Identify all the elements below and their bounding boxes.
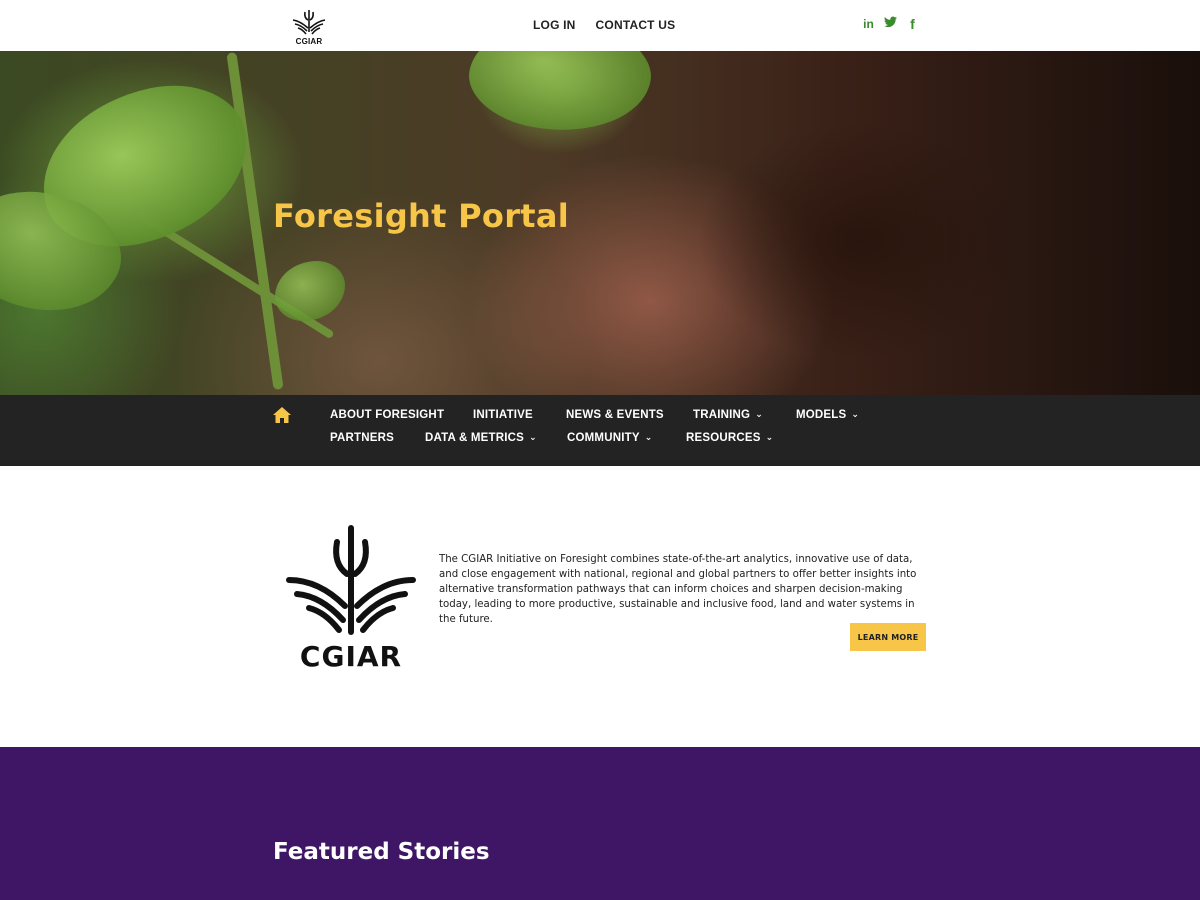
nav-about-foresight[interactable]: ABOUT FORESIGHT <box>330 409 444 421</box>
cgiar-logo-text: CGIAR <box>295 37 323 46</box>
twitter-icon[interactable] <box>884 16 897 32</box>
featured-section: Featured Stories <box>0 747 1200 900</box>
nav-news-events[interactable]: NEWS & EVENTS <box>566 409 664 421</box>
nav-community[interactable]: COMMUNITY ⌄ <box>567 432 652 444</box>
chevron-down-icon: ⌄ <box>851 409 860 419</box>
about-section: CGIAR The CGIAR Initiative on Foresight … <box>0 466 1200 747</box>
nav-initiative[interactable]: INITIATIVE <box>473 409 533 421</box>
hero-title: Foresight Portal <box>273 197 570 235</box>
plant-leaf <box>275 261 345 321</box>
nav-training[interactable]: TRAINING ⌄ <box>693 409 763 421</box>
top-links: LOG IN CONTACT US <box>533 18 675 32</box>
social-links: in f <box>862 16 919 32</box>
chevron-down-icon: ⌄ <box>529 432 537 442</box>
top-bar: CGIAR LOG IN CONTACT US in f <box>0 0 1200 51</box>
cgiar-large-logo-text: CGIAR <box>299 640 403 673</box>
learn-more-button[interactable]: LEARN MORE <box>850 623 926 651</box>
main-navigation: ABOUT FORESIGHT INITIATIVE NEWS & EVENTS… <box>0 395 1200 466</box>
chevron-down-icon: ⌄ <box>765 432 774 442</box>
facebook-icon[interactable]: f <box>906 16 919 32</box>
about-description: The CGIAR Initiative on Foresight combin… <box>439 554 917 625</box>
linkedin-icon[interactable]: in <box>862 16 875 32</box>
nav-resources[interactable]: RESOURCES ⌄ <box>686 432 773 444</box>
featured-stories-heading: Featured Stories <box>273 839 490 865</box>
cgiar-large-logo: CGIAR <box>285 524 417 676</box>
hero-banner: Foresight Portal <box>0 51 1200 395</box>
chevron-down-icon: ⌄ <box>644 432 653 442</box>
contact-us-link[interactable]: CONTACT US <box>596 18 676 32</box>
login-link[interactable]: LOG IN <box>533 18 576 32</box>
home-icon[interactable] <box>273 407 291 423</box>
cgiar-logo[interactable]: CGIAR <box>290 6 328 48</box>
nav-partners[interactable]: PARTNERS <box>330 432 394 444</box>
nav-data-metrics[interactable]: DATA & METRICS ⌄ <box>425 432 537 444</box>
chevron-down-icon: ⌄ <box>755 409 763 419</box>
nav-models[interactable]: MODELS ⌄ <box>796 409 859 421</box>
cgiar-emblem-icon <box>286 525 416 635</box>
cgiar-logo-icon <box>292 10 326 35</box>
plant-leaf <box>461 51 659 146</box>
